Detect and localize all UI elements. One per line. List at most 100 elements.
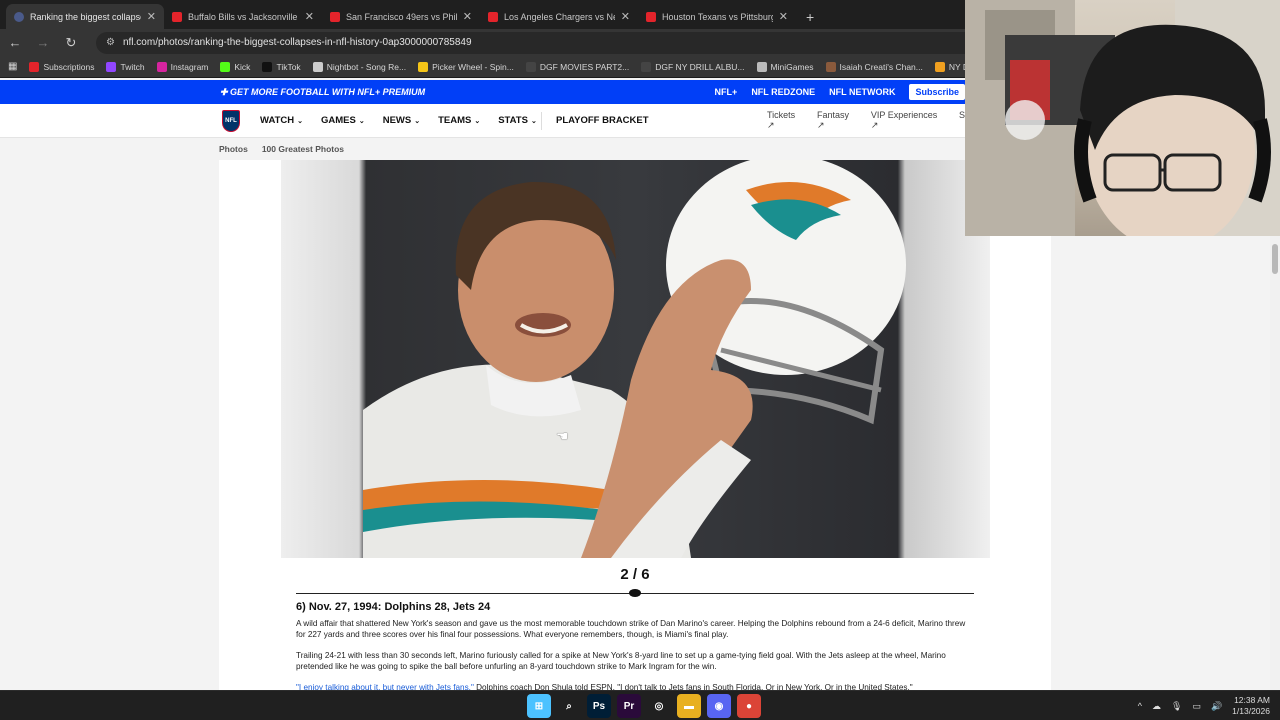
browser-tab[interactable]: San Francisco 49ers vs Philadelp ✕ — [322, 4, 480, 29]
youtube-favicon-icon — [488, 11, 498, 22]
microphone-icon[interactable]: 🎙 — [1171, 701, 1182, 712]
promo-link[interactable]: NFL REDZONE — [751, 87, 815, 97]
promo-link[interactable]: NFL NETWORK — [829, 87, 895, 97]
bookmark-label: MiniGames — [770, 61, 814, 72]
playoff-bracket-link[interactable]: PLAYOFF BRACKET — [556, 115, 649, 126]
page-scrollbar[interactable] — [1270, 236, 1280, 690]
site-info-icon[interactable]: ⚙ — [106, 37, 115, 48]
nav-menu-item[interactable]: NEWS ⌄ — [383, 115, 420, 126]
bookmark-item[interactable]: Isaiah Creati's Chan... — [825, 61, 923, 72]
close-tab-icon[interactable]: ✕ — [305, 10, 314, 23]
bookmark-label: DGF MOVIES PART2... — [539, 61, 630, 72]
bookmark-item[interactable]: DGF NY DRILL ALBU... — [641, 61, 745, 72]
photoshop-icon[interactable]: Ps — [587, 694, 611, 718]
nav-menu-item[interactable]: WATCH ⌄ — [260, 115, 303, 126]
marino-photo-illustration — [363, 160, 906, 558]
breadcrumb-item[interactable]: Photos — [219, 144, 248, 154]
nav-right-links: Tickets ↗ Fantasy ↗ VIP Experiences ↗ S — [767, 110, 965, 131]
bookmark-label: DGF NY DRILL ALBU... — [655, 61, 745, 72]
windows-start-icon[interactable]: ⊞ — [527, 694, 551, 718]
windows-taskbar: ⊞ ⌕ Ps Pr ◎ ▬ ◉ ● ^ ☁ 🎙 ▭ 🔊 12:38 AM 1/13/2026 — [0, 690, 1280, 720]
promo-link[interactable]: NFL+ — [715, 87, 738, 97]
bookmark-favicon-icon — [934, 61, 945, 72]
bookmark-label: Isaiah Creati's Chan... — [839, 61, 923, 72]
bookmark-item[interactable]: DGF MOVIES PART2... — [525, 61, 630, 72]
chevron-down-icon: ⌄ — [414, 118, 421, 125]
bookmark-favicon-icon — [756, 61, 767, 72]
bookmark-favicon-icon — [220, 61, 231, 72]
new-tab-button[interactable]: + — [796, 4, 824, 29]
breadcrumb-item[interactable]: 100 Greatest Photos — [262, 144, 344, 154]
bookmark-label: Subscriptions — [43, 61, 95, 72]
chevron-down-icon: ⌄ — [358, 118, 365, 125]
bookmark-item[interactable]: Instagram — [156, 61, 208, 72]
taskbar-apps: ⊞ ⌕ Ps Pr ◎ ▬ ◉ ● — [527, 694, 761, 718]
photo-headline: 6) Nov. 27, 1994: Dolphins 28, Jets 24 — [296, 601, 491, 613]
browser-tab[interactable]: Buffalo Bills vs Jacksonville Jagu ✕ — [164, 4, 322, 29]
file-explorer-icon[interactable]: ▬ — [677, 694, 701, 718]
clock[interactable]: 12:38 AM 1/13/2026 — [1232, 695, 1270, 717]
nav-menu-label: WATCH — [260, 115, 295, 126]
bookmark-label: Kick — [234, 61, 251, 72]
nfl-main-nav: NFL WATCH ⌄ GAMES ⌄ NEWS ⌄ TEAMS ⌄ STATS ⌄ PLAYOF… — [0, 104, 965, 138]
close-tab-icon[interactable]: ✕ — [147, 10, 156, 23]
clock-time: 12:38 AM — [1234, 695, 1270, 705]
obs-icon[interactable]: ◎ — [647, 694, 671, 718]
youtube-favicon-icon — [646, 11, 656, 22]
bookmark-label: Picker Wheel - Spin... — [432, 61, 514, 72]
onedrive-icon[interactable]: ☁ — [1152, 701, 1161, 712]
nfl-logo[interactable]: NFL — [222, 110, 240, 132]
bookmark-item[interactable]: Twitch — [106, 61, 145, 72]
nav-menu-label: GAMES — [321, 115, 356, 126]
bookmark-item[interactable]: Nightbot - Song Re... — [312, 61, 406, 72]
apps-grid-icon[interactable]: ▦ — [8, 61, 17, 72]
close-tab-icon[interactable]: ✕ — [463, 10, 472, 23]
bookmark-item[interactable]: Subscriptions — [29, 61, 95, 72]
address-bar[interactable]: ⚙ nfl.com/photos/ranking-the-biggest-col… — [96, 31, 996, 54]
back-icon[interactable]: ← — [8, 35, 22, 50]
tab-title: Houston Texans vs Pittsburgh S — [662, 11, 773, 22]
bookmark-favicon-icon — [641, 61, 652, 72]
tab-title: Ranking the biggest collapses i — [30, 11, 141, 22]
close-tab-icon[interactable]: ✕ — [779, 10, 788, 23]
article-card: 2 / 6 6) Nov. 27, 1994: Dolphins 28, Jet… — [219, 160, 1051, 692]
discord-icon[interactable]: ◉ — [707, 694, 731, 718]
reload-icon[interactable]: ↻ — [64, 35, 78, 51]
article-paragraph: A wild affair that shattered New York's … — [296, 619, 966, 639]
bookmark-favicon-icon — [29, 61, 40, 72]
photo-counter: 2 / 6 — [620, 566, 650, 583]
tray-overflow-icon[interactable]: ^ — [1138, 701, 1142, 711]
nfl-promo-bar: ✚ GET MORE FOOTBALL WITH NFL+ PREMIUM NF… — [0, 80, 965, 104]
nav-menu-label: TEAMS — [438, 115, 472, 126]
browser-tab[interactable]: Ranking the biggest collapses i ✕ — [6, 4, 164, 29]
bookmark-item[interactable]: MiniGames — [756, 61, 814, 72]
forward-icon[interactable]: → — [36, 35, 50, 50]
system-tray: ^ ☁ 🎙 ▭ 🔊 12:38 AM 1/13/2026 — [1138, 695, 1270, 717]
chrome-icon[interactable]: ● — [737, 694, 761, 718]
bookmark-item[interactable]: TikTok — [262, 61, 301, 72]
nav-menu-item[interactable]: TEAMS ⌄ — [438, 115, 480, 126]
nav-menu-item[interactable]: GAMES ⌄ — [321, 115, 365, 126]
subscribe-button[interactable]: Subscribe — [909, 84, 965, 100]
url-text: nfl.com/photos/ranking-the-biggest-colla… — [122, 37, 472, 48]
close-tab-icon[interactable]: ✕ — [621, 10, 630, 23]
mouse-cursor-icon: ☚ — [556, 428, 569, 444]
bookmark-favicon-icon — [106, 61, 117, 72]
bookmark-item[interactable]: Picker Wheel - Spin... — [418, 61, 514, 72]
gallery-photo[interactable] — [281, 160, 990, 558]
nav-external-link[interactable]: Tickets ↗ — [767, 110, 805, 131]
volume-icon[interactable]: 🔊 — [1211, 701, 1222, 712]
nav-external-link[interactable]: Fantasy ↗ — [817, 110, 859, 131]
nav-external-link[interactable]: VIP Experiences ↗ — [871, 110, 947, 131]
search-icon[interactable]: ⌕ — [557, 694, 581, 718]
network-icon[interactable]: ▭ — [1192, 701, 1201, 712]
browser-tab[interactable]: Houston Texans vs Pittsburgh S ✕ — [638, 4, 796, 29]
premiere-icon[interactable]: Pr — [617, 694, 641, 718]
scrollbar-thumb[interactable] — [1272, 244, 1278, 274]
nfl-plus-promo-link[interactable]: ✚ GET MORE FOOTBALL WITH NFL+ PREMIUM — [220, 87, 425, 98]
bookmark-item[interactable]: Kick — [220, 61, 251, 72]
nav-menu-item[interactable]: STATS ⌄ — [498, 115, 537, 126]
nfl-favicon-icon — [14, 11, 24, 22]
chevron-down-icon: ⌄ — [474, 118, 481, 125]
browser-tab[interactable]: Los Angeles Chargers vs New E ✕ — [480, 4, 638, 29]
